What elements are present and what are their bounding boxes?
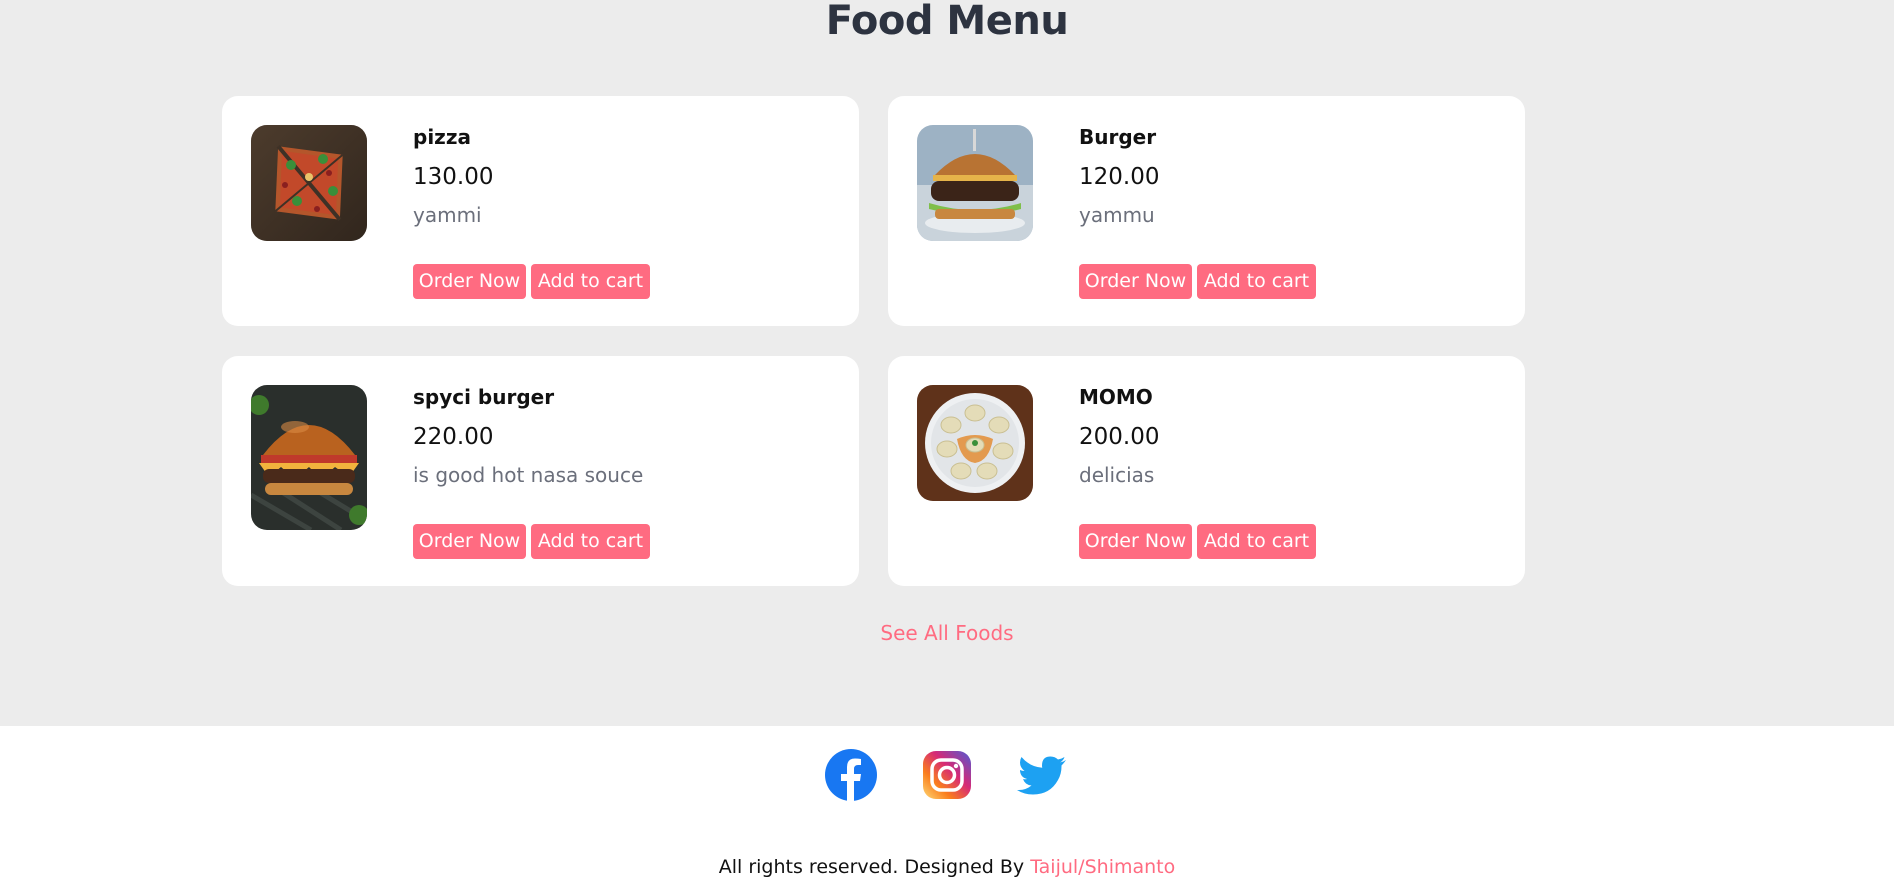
momo-icon bbox=[917, 385, 1033, 501]
food-name: spyci burger bbox=[413, 385, 555, 409]
food-card: MOMO 200.00 delicias Order Now Add to ca… bbox=[888, 356, 1525, 586]
momo-image bbox=[917, 385, 1033, 501]
food-price: 120.00 bbox=[1079, 164, 1160, 190]
pizza-image bbox=[251, 125, 367, 241]
food-name: MOMO bbox=[1079, 385, 1153, 409]
order-now-button[interactable]: Order Now bbox=[1079, 264, 1192, 299]
twitter-icon[interactable] bbox=[1016, 748, 1070, 802]
spicy-burger-image bbox=[251, 385, 367, 530]
facebook-icon[interactable] bbox=[824, 748, 878, 802]
card-actions: Order Now Add to cart bbox=[1079, 264, 1316, 299]
cheeseburger-icon bbox=[251, 385, 367, 530]
card-actions: Order Now Add to cart bbox=[1079, 524, 1316, 559]
food-info: Burger 120.00 yammu bbox=[1079, 124, 1159, 228]
pizza-icon bbox=[251, 125, 367, 241]
see-all-foods-link[interactable]: See All Foods bbox=[880, 621, 1013, 645]
credits-author-link[interactable]: Taijul/Shimanto bbox=[1030, 856, 1175, 878]
order-now-button[interactable]: Order Now bbox=[413, 264, 526, 299]
food-price: 130.00 bbox=[413, 164, 494, 190]
burger-icon bbox=[917, 125, 1033, 241]
food-description: yammu bbox=[1079, 203, 1155, 227]
social-links bbox=[0, 748, 1894, 802]
food-description: yammi bbox=[413, 203, 482, 227]
card-actions: Order Now Add to cart bbox=[413, 264, 650, 299]
add-to-cart-button[interactable]: Add to cart bbox=[531, 264, 650, 299]
food-name: pizza bbox=[413, 125, 471, 149]
instagram-icon[interactable] bbox=[920, 748, 974, 802]
card-actions: Order Now Add to cart bbox=[413, 524, 650, 559]
food-info: spyci burger 220.00 is good hot nasa sou… bbox=[413, 384, 643, 488]
food-description: is good hot nasa souce bbox=[413, 463, 644, 487]
food-card: spyci burger 220.00 is good hot nasa sou… bbox=[222, 356, 859, 586]
order-now-button[interactable]: Order Now bbox=[1079, 524, 1192, 559]
food-info: MOMO 200.00 delicias bbox=[1079, 384, 1159, 488]
add-to-cart-button[interactable]: Add to cart bbox=[1197, 264, 1316, 299]
footer: All rights reserved. Designed By Taijul/… bbox=[0, 726, 1894, 889]
footer-credits: All rights reserved. Designed By Taijul/… bbox=[0, 856, 1894, 878]
add-to-cart-button[interactable]: Add to cart bbox=[1197, 524, 1316, 559]
food-card: pizza 130.00 yammi Order Now Add to cart bbox=[222, 96, 859, 326]
food-name: Burger bbox=[1079, 125, 1157, 149]
food-card: Burger 120.00 yammu Order Now Add to car… bbox=[888, 96, 1525, 326]
order-now-button[interactable]: Order Now bbox=[413, 524, 526, 559]
burger-image bbox=[917, 125, 1033, 241]
food-description: delicias bbox=[1079, 463, 1155, 487]
food-menu-section: Food Menu pizza 130.00 yammi Order Now A… bbox=[0, 0, 1894, 726]
food-price: 220.00 bbox=[413, 424, 494, 450]
credits-text: All rights reserved. Designed By bbox=[718, 856, 1031, 878]
food-info: pizza 130.00 yammi bbox=[413, 124, 493, 228]
add-to-cart-button[interactable]: Add to cart bbox=[531, 524, 650, 559]
page-title: Food Menu bbox=[825, 0, 1069, 44]
food-price: 200.00 bbox=[1079, 424, 1160, 450]
see-all-foods-container: See All Foods bbox=[0, 621, 1894, 645]
